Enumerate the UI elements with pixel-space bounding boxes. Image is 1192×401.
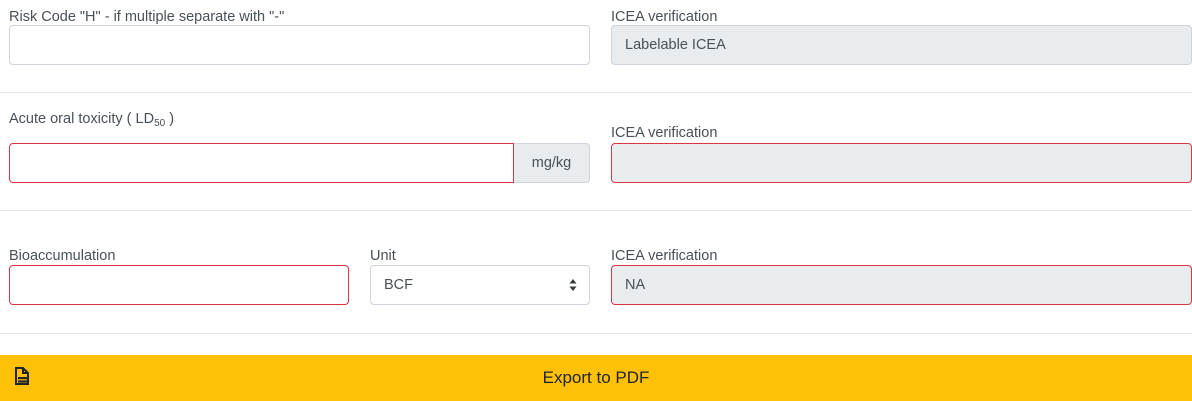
bioaccumulation-label: Bioaccumulation (9, 248, 116, 264)
acute-toxicity-label: Acute oral toxicity ( LD50 ) (9, 110, 174, 133)
select-arrows-icon (569, 279, 577, 291)
risk-code-label: Risk Code "H" - if multiple separate wit… (9, 9, 285, 25)
bioaccumulation-icea-label: ICEA verification (611, 248, 718, 264)
bioaccumulation-input[interactable] (9, 265, 349, 305)
risk-code-icea-label: ICEA verification (611, 9, 718, 25)
section-divider (0, 210, 1192, 211)
acute-toxicity-icea-field (611, 143, 1192, 183)
unit-addon: mg/kg (514, 143, 590, 183)
unit-select-value: BCF (384, 277, 413, 293)
section-divider (0, 92, 1192, 93)
risk-code-input[interactable] (9, 25, 590, 65)
export-pdf-label: Export to PDF (542, 368, 650, 387)
acute-toxicity-label-text: Acute oral toxicity ( LD (9, 111, 155, 127)
section-divider (0, 333, 1192, 334)
bioaccumulation-icea-field (611, 265, 1192, 305)
unit-select[interactable]: BCF (370, 265, 590, 305)
risk-code-icea-field (611, 25, 1192, 65)
acute-toxicity-icea-label: ICEA verification (611, 125, 718, 141)
export-pdf-button[interactable]: Export to PDF (0, 355, 1192, 401)
acute-toxicity-input[interactable] (9, 143, 514, 183)
acute-toxicity-label-suffix: ) (165, 111, 175, 127)
unit-label: Unit (370, 248, 396, 264)
acute-toxicity-label-subscript: 50 (154, 118, 166, 129)
